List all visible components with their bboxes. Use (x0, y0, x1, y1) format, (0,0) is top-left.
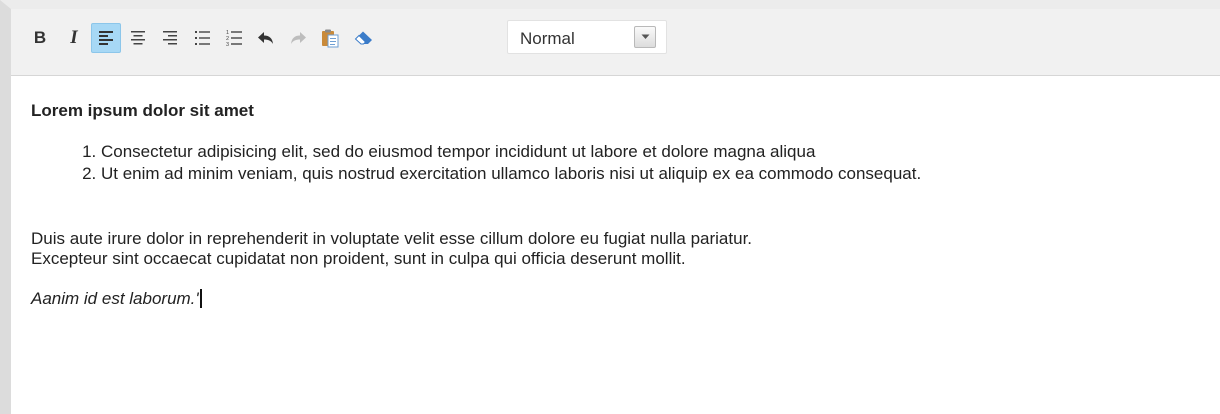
italic-button[interactable]: I (59, 23, 89, 53)
paragraph-line: Excepteur sint occaecat cupidatat non pr… (31, 249, 686, 268)
chevron-down-icon[interactable] (634, 26, 656, 48)
list-item: Ut enim ad minim veniam, quis nostrud ex… (101, 163, 1210, 185)
bold-icon: B (33, 28, 47, 47)
align-right-button[interactable] (155, 23, 185, 53)
redo-button[interactable] (283, 23, 313, 53)
align-right-icon (162, 30, 178, 46)
align-center-icon (130, 30, 146, 46)
rich-text-editor: B I 1 2 3 Normal Lorem ipsum dolor sit a… (0, 0, 1220, 414)
editor-content[interactable]: Lorem ipsum dolor sit amet Consectetur a… (31, 101, 1210, 309)
clear-format-button[interactable] (349, 23, 379, 53)
align-left-button[interactable] (91, 23, 121, 53)
paste-icon (320, 28, 340, 48)
numbered-list: Consectetur adipisicing elit, sed do eiu… (31, 141, 1210, 185)
numbered-list-icon: 1 2 3 (226, 29, 243, 47)
svg-text:3: 3 (226, 42, 229, 47)
undo-icon (257, 30, 275, 46)
list-item: Consectetur adipisicing elit, sed do eiu… (101, 141, 1210, 163)
eraser-icon (354, 30, 374, 46)
bulleted-list-button[interactable] (187, 23, 217, 53)
italic-text: Aanim id est laborum.' (31, 289, 199, 308)
italic-line: Aanim id est laborum.' (31, 289, 1210, 309)
paste-button[interactable] (315, 23, 345, 53)
align-left-icon (98, 30, 114, 46)
bold-button[interactable]: B (25, 23, 55, 53)
format-select[interactable]: Normal (507, 20, 667, 54)
format-select-value: Normal (520, 29, 575, 48)
bulleted-list-icon (194, 30, 211, 46)
undo-button[interactable] (251, 23, 281, 53)
redo-icon (289, 30, 307, 46)
align-center-button[interactable] (123, 23, 153, 53)
text-cursor (199, 289, 202, 308)
editor-toolbar: B I 1 2 3 Normal (11, 9, 1220, 76)
italic-icon: I (70, 27, 78, 48)
content-heading: Lorem ipsum dolor sit amet (31, 101, 254, 120)
paragraph-line: Duis aute irure dolor in reprehenderit i… (31, 229, 753, 248)
numbered-list-button[interactable]: 1 2 3 (219, 23, 249, 53)
